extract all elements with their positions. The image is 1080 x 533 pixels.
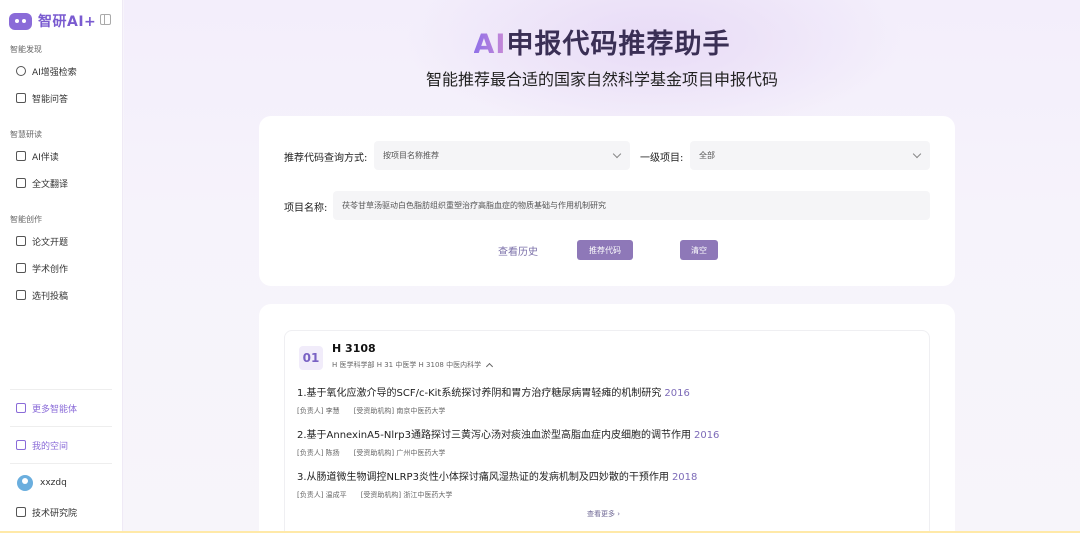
my-space-label: 我的空间 — [32, 441, 69, 452]
sidebar-item-label: 论文开题 — [32, 237, 69, 248]
project-title-text: 3.从肠道微生物调控NLRP3炎性小体探讨痛风湿热证的发病机制及四妙散的干预作用 — [297, 472, 669, 483]
divider — [10, 463, 112, 464]
project-title-text: 1.基于氧化应激介导的SCF/c-Kit系统探讨养阴和胃方治疗糖尿病胃轻瘫的机制… — [297, 388, 662, 399]
sidebar-item-label: 全文翻译 — [32, 179, 69, 190]
query-mode-select[interactable]: 按项目名称推荐 — [374, 141, 630, 170]
project-title-text: 2.基于AnnexinA5-Nlrp3通路探讨三黄泻心汤对痰浊血淤型高脂血症内皮… — [297, 430, 691, 441]
page-subtitle: 智能推荐最合适的国家自然科学基金项目申报代码 — [425, 70, 778, 89]
sidebar-item-translate[interactable]: 全文翻译 — [16, 175, 68, 191]
project-meta: [负责人] 陈扬 [受资助机构] 广州中医药大学 — [297, 448, 445, 458]
recommend-button[interactable]: 推荐代码 — [577, 240, 633, 260]
project-title[interactable]: 1.基于氧化应激介导的SCF/c-Kit系统探讨养阴和胃方治疗糖尿病胃轻瘫的机制… — [297, 384, 690, 399]
search-doc-icon — [16, 66, 26, 76]
project-meta: [负责人] 温成平 [受资助机构] 浙江中医药大学 — [297, 490, 452, 500]
level-value: 全部 — [699, 151, 715, 160]
result-card: 01 H 3108 H 医学科学部 H 31 中医学 H 3108 中医内科学 … — [259, 304, 955, 533]
project-org: [受资助机构] 广州中医药大学 — [353, 449, 446, 457]
project-name-input[interactable]: 茯苓甘草汤驱动白色脂肪组织重塑治疗高脂血症的物质基础与作用机制研究 — [333, 191, 930, 220]
level-label: 一级项目: — [640, 153, 684, 164]
project-title[interactable]: 2.基于AnnexinA5-Nlrp3通路探讨三黄泻心汤对痰浊血淤型高脂血症内皮… — [297, 426, 719, 441]
edit-doc-icon — [16, 236, 26, 246]
project-meta: [负责人] 李慧 [受资助机构] 南京中医药大学 — [297, 406, 445, 416]
institute-label: 技术研究院 — [32, 508, 78, 519]
sidebar-item-ai-reader[interactable]: AI伴读 — [16, 148, 59, 164]
title-ai: AI — [473, 29, 507, 60]
divider — [10, 426, 112, 427]
section-label-discover: 智能发现 — [10, 45, 42, 54]
view-more-link[interactable]: 查看更多 › — [587, 509, 620, 519]
reader-icon — [16, 151, 26, 161]
translate-icon — [16, 178, 26, 188]
sidebar-item-qa[interactable]: 智能问答 — [16, 90, 68, 106]
robot-logo-icon — [9, 12, 32, 30]
user-name: xxzdq — [40, 478, 67, 488]
title-rest: 申报代码推荐助手 — [506, 29, 731, 60]
sidebar-item-label: 智能问答 — [32, 94, 69, 105]
sidebar-item-ai-search[interactable]: AI增强检索 — [16, 63, 77, 79]
code-path-text: H 医学科学部 H 31 中医学 H 3108 中医内科学 — [332, 361, 482, 369]
sidebar-item-label: 学术创作 — [32, 264, 69, 275]
avatar — [17, 475, 33, 491]
pen-icon — [16, 263, 26, 273]
sidebar-item-proposal[interactable]: 论文开题 — [16, 233, 68, 249]
project-title[interactable]: 3.从肠道微生物调控NLRP3炎性小体探讨痛风湿热证的发病机制及四妙散的干预作用… — [297, 468, 697, 483]
section-label-creation: 智能创作 — [10, 215, 42, 224]
project-leader: [负责人] 温成平 — [297, 491, 347, 499]
history-link[interactable]: 查看历史 — [498, 243, 538, 258]
page-title: AI申报代码推荐助手 — [124, 22, 1080, 61]
project-org: [受资助机构] 南京中医药大学 — [353, 407, 446, 415]
chat-icon — [16, 93, 26, 103]
chevron-down-icon — [612, 149, 622, 159]
project-year: 2016 — [664, 388, 690, 399]
chevron-down-icon — [912, 149, 922, 159]
sidebar-item-label: AI增强检索 — [32, 67, 77, 78]
project-name-value: 茯苓甘草汤驱动白色脂肪组织重塑治疗高脂血症的物质基础与作用机制研究 — [342, 201, 606, 210]
sidebar-item-label: AI伴读 — [32, 152, 59, 163]
project-name-label: 项目名称: — [284, 203, 328, 214]
cube-icon — [16, 440, 26, 450]
project-org: [受资助机构] 浙江中医药大学 — [360, 491, 453, 499]
sidebar: 智研AI+ 智能发现 AI增强检索 智能问答 智慧研读 AI伴读 全文翻译 智能… — [0, 0, 123, 533]
rank-badge: 01 — [299, 346, 323, 370]
sidebar-item-label: 选刊投稿 — [32, 291, 69, 302]
user-profile[interactable]: xxzdq — [17, 475, 67, 491]
my-space-link[interactable]: 我的空间 — [16, 437, 68, 453]
logo-text: 智研AI+ — [38, 14, 97, 30]
query-mode-label: 推荐代码查询方式: — [284, 153, 368, 164]
project-year: 2016 — [693, 430, 720, 441]
sidebar-item-writing[interactable]: 学术创作 — [16, 260, 68, 276]
more-agents-link[interactable]: 更多智能体 — [16, 400, 77, 416]
code-title: H 3108 — [332, 342, 376, 355]
level-select[interactable]: 全部 — [690, 141, 930, 170]
building-icon — [16, 507, 26, 517]
main-area: AI申报代码推荐助手 智能推荐最合适的国家自然科学基金项目申报代码 推荐代码查询… — [124, 0, 1080, 533]
project-leader: [负责人] 李慧 — [297, 407, 340, 415]
query-mode-value: 按项目名称推荐 — [383, 151, 439, 160]
more-agents-label: 更多智能体 — [32, 404, 78, 415]
clear-button[interactable]: 清空 — [680, 240, 718, 260]
logo[interactable]: 智研AI+ — [9, 10, 96, 32]
section-label-reading: 智慧研读 — [10, 130, 42, 139]
institute-link[interactable]: 技术研究院 — [16, 504, 77, 520]
chevron-up-icon — [486, 362, 494, 371]
code-path[interactable]: H 医学科学部 H 31 中医学 H 3108 中医内科学 — [332, 360, 494, 371]
result-item: 01 H 3108 H 医学科学部 H 31 中医学 H 3108 中医内科学 … — [284, 330, 930, 533]
journal-icon — [16, 290, 26, 300]
divider — [10, 389, 112, 390]
agents-icon — [16, 403, 26, 413]
query-card: 推荐代码查询方式: 按项目名称推荐 一级项目: 全部 项目名称: 茯苓甘草汤驱动… — [259, 116, 955, 286]
collapse-sidebar-icon[interactable] — [100, 14, 111, 25]
project-leader: [负责人] 陈扬 — [297, 449, 340, 457]
project-year: 2018 — [671, 472, 698, 483]
sidebar-item-journal[interactable]: 选刊投稿 — [16, 287, 68, 303]
